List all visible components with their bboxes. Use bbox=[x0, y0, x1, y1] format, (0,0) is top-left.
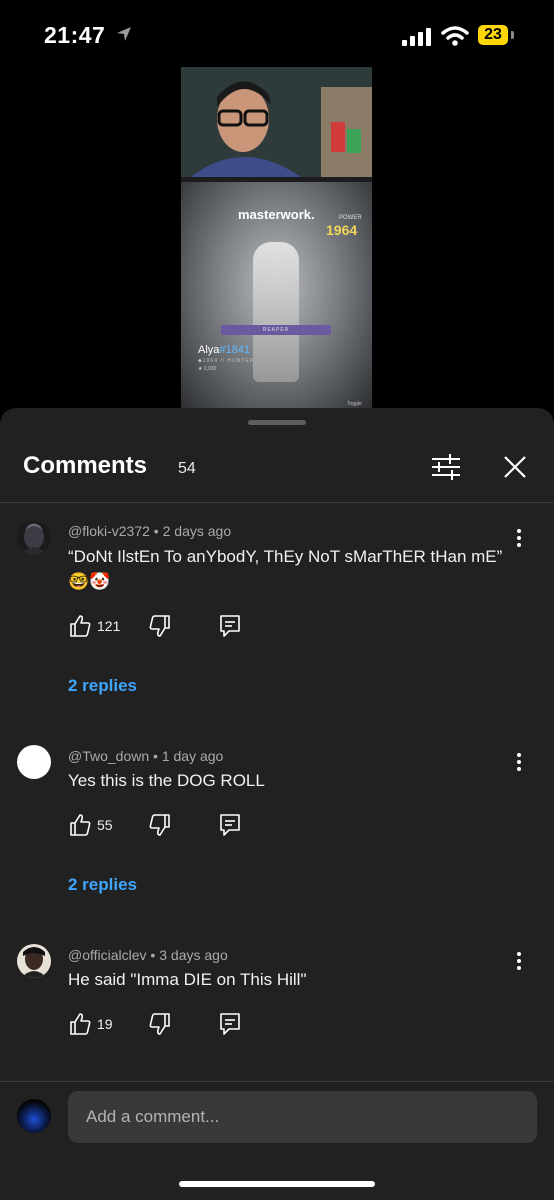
like-button[interactable] bbox=[68, 813, 92, 837]
close-button[interactable] bbox=[500, 452, 530, 482]
more-vert-icon bbox=[517, 529, 521, 547]
reply-icon bbox=[220, 615, 240, 637]
reply-button[interactable] bbox=[219, 813, 241, 837]
webcam-feed bbox=[181, 67, 372, 177]
location-arrow-icon bbox=[116, 26, 132, 42]
comment-text: He said "Imma DIE on This Hill" bbox=[68, 970, 307, 989]
comment-text: Yes this is the DOG ROLL bbox=[68, 771, 265, 790]
more-options-button[interactable] bbox=[511, 950, 527, 972]
like-button[interactable] bbox=[68, 614, 92, 638]
like-count: 19 bbox=[97, 1016, 113, 1032]
player-name: Alya#1841 bbox=[198, 344, 250, 356]
avatar[interactable] bbox=[17, 944, 51, 978]
comment-age: 1 day ago bbox=[161, 748, 224, 764]
like-button[interactable] bbox=[68, 1012, 92, 1036]
dislike-button[interactable] bbox=[148, 813, 172, 837]
more-options-button[interactable] bbox=[511, 527, 527, 549]
power-label: POWER bbox=[339, 215, 362, 221]
comment-author[interactable]: @Two_down bbox=[68, 748, 149, 764]
video-player[interactable]: masterwork. POWER 1964 REAPER Alya#1841 … bbox=[181, 67, 372, 410]
comment-age: 2 days ago bbox=[162, 523, 232, 539]
toggle-label: Toggle bbox=[347, 401, 362, 407]
thumbs-down-icon bbox=[149, 814, 170, 836]
comment-author[interactable]: @officialclev bbox=[68, 947, 147, 963]
masterwork-label: masterwork. bbox=[238, 207, 315, 222]
comments-count: 54 bbox=[178, 460, 196, 477]
game-character bbox=[253, 242, 299, 382]
comment-meta: @floki-v2372 • 2 days ago bbox=[68, 523, 232, 539]
my-avatar bbox=[17, 1099, 51, 1133]
status-time: 21:47 bbox=[44, 22, 106, 48]
cellular-signal-icon bbox=[402, 28, 432, 46]
avatar[interactable] bbox=[17, 745, 51, 779]
header-divider bbox=[0, 502, 554, 503]
wifi-icon bbox=[441, 25, 469, 47]
more-options-button[interactable] bbox=[511, 751, 527, 773]
add-comment-input[interactable] bbox=[68, 1091, 537, 1143]
player-subtitle: ◆1964 // HUNTER bbox=[198, 358, 255, 364]
thumbs-down-icon bbox=[149, 1013, 170, 1035]
reply-button[interactable] bbox=[219, 614, 241, 638]
more-vert-icon bbox=[517, 952, 521, 970]
player-tag: #1841 bbox=[219, 344, 250, 356]
battery-icon: 23 bbox=[478, 25, 508, 45]
player-score: ★ 2,030 bbox=[198, 366, 217, 372]
comments-title: Comments bbox=[23, 452, 148, 479]
thumbs-up-icon bbox=[70, 814, 91, 836]
comment-meta: @Two_down • 1 day ago bbox=[68, 748, 224, 764]
reply-icon bbox=[220, 1013, 240, 1035]
thumbs-up-icon bbox=[70, 1013, 91, 1035]
power-value: 1964 bbox=[326, 222, 358, 238]
comment-age: 3 days ago bbox=[159, 947, 228, 963]
comment-author[interactable]: @floki-v2372 bbox=[68, 523, 150, 539]
close-icon bbox=[504, 456, 526, 478]
battery-nub bbox=[511, 31, 514, 39]
dislike-button[interactable] bbox=[148, 614, 172, 638]
like-count: 121 bbox=[97, 618, 121, 634]
filter-button[interactable] bbox=[430, 452, 462, 482]
comment-meta: @officialclev • 3 days ago bbox=[68, 947, 228, 963]
like-count: 55 bbox=[97, 817, 113, 833]
comment-text: “DoNt IlstEn To anYbodY, ThEy NoT sMarTh… bbox=[68, 547, 503, 591]
drag-handle[interactable] bbox=[248, 420, 306, 425]
view-replies-link[interactable]: 2 replies bbox=[68, 875, 137, 895]
thumbs-up-icon bbox=[70, 615, 91, 637]
player-name-text: Alya bbox=[198, 344, 220, 356]
home-indicator[interactable] bbox=[179, 1181, 375, 1187]
view-replies-link[interactable]: 2 replies bbox=[68, 676, 137, 696]
more-vert-icon bbox=[517, 753, 521, 771]
thumbs-down-icon bbox=[149, 615, 170, 637]
reply-button[interactable] bbox=[219, 1012, 241, 1036]
sliders-icon bbox=[432, 454, 460, 480]
status-bar: 21:47 23 bbox=[0, 0, 554, 70]
dislike-button[interactable] bbox=[148, 1012, 172, 1036]
avatar[interactable] bbox=[17, 521, 51, 555]
reply-icon bbox=[220, 814, 240, 836]
reaper-label: REAPER bbox=[221, 325, 331, 335]
